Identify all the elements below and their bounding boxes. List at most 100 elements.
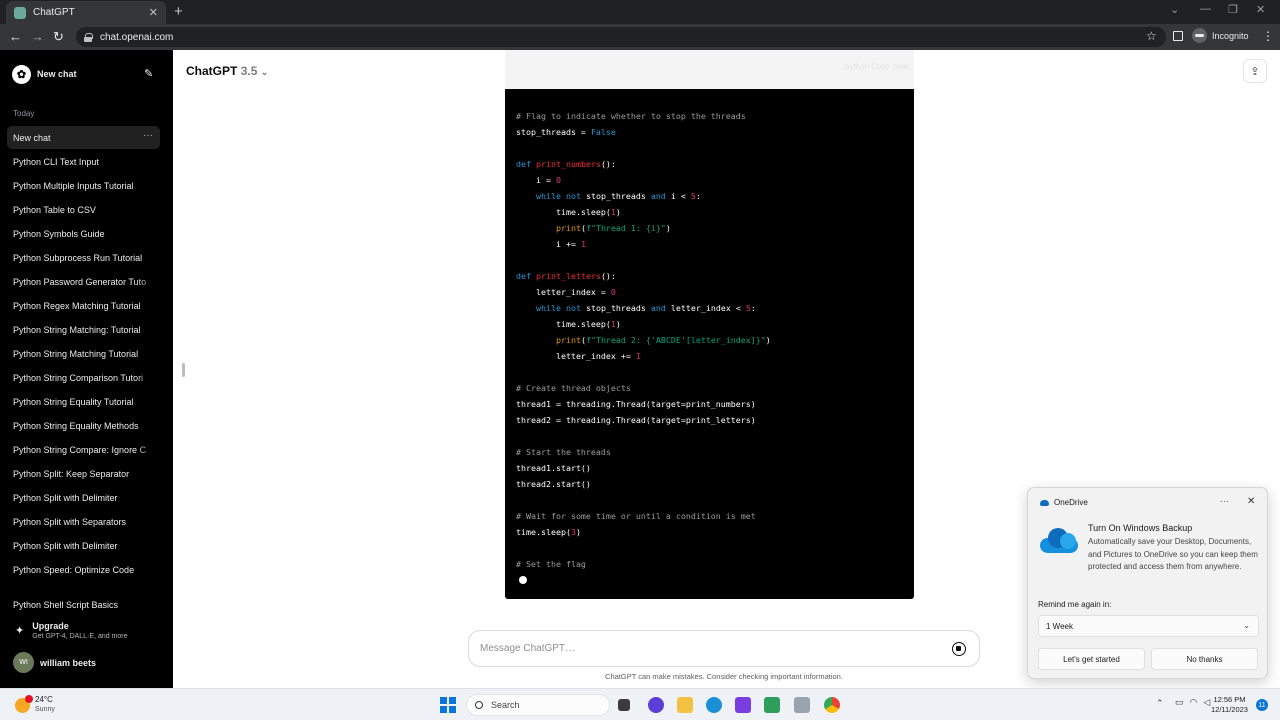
chrome-icon[interactable]	[824, 697, 840, 713]
history-item[interactable]: Python String Equality Methods	[7, 414, 160, 437]
history-item[interactable]: Python String Matching Tutorial	[7, 342, 160, 365]
edit-icon[interactable]: ✎	[144, 67, 153, 80]
browser-menu-icon[interactable]: ⋮	[1262, 29, 1274, 43]
history-item-label: Python String Comparison Tutori	[13, 372, 144, 383]
clock-date: 12/11/2023	[1211, 705, 1248, 714]
history-item[interactable]: Python Split with Delimiter	[7, 486, 160, 509]
lock-icon	[84, 32, 93, 42]
history-item[interactable]: Python Split with Delimiter	[7, 534, 160, 557]
windows-start-icon[interactable]	[440, 697, 456, 713]
history-item[interactable]: Python Regex Matching Tutorial	[7, 294, 160, 317]
toast-app-name: OneDrive	[1054, 498, 1088, 507]
history-item[interactable]: Python String Matching: Tutorial	[7, 318, 160, 341]
forward-icon[interactable]: →	[31, 29, 44, 45]
history-item[interactable]: Python Shell Script Basics	[7, 593, 160, 616]
history-item[interactable]: New chat ···	[7, 126, 160, 149]
stop-generating-icon[interactable]	[952, 642, 966, 656]
close-tab-icon[interactable]: ✕	[149, 6, 158, 19]
file-explorer-icon[interactable]	[677, 697, 693, 713]
history-item-label: Python String Equality Methods	[13, 420, 139, 431]
code-header-text: python Copy code	[845, 62, 910, 71]
sidebar-toggle-handle[interactable]	[182, 363, 185, 377]
new-tab-icon[interactable]: +	[174, 3, 183, 20]
history-item[interactable]: Python Multiple Inputs Tutorial	[7, 174, 160, 197]
lets-get-started-button[interactable]: Let's get started	[1038, 648, 1145, 670]
minimize-icon[interactable]: —	[1200, 3, 1211, 15]
chevron-up-icon[interactable]: ⌃	[1156, 698, 1164, 709]
code-line: time.sleep(1)	[516, 207, 621, 217]
code-line: # Start the threads	[516, 447, 611, 457]
history-item[interactable]: Python String Compare: Ignore C	[7, 438, 160, 461]
camera-icon[interactable]: ▭	[1175, 697, 1184, 708]
history-item-label: Python String Matching: Tutorial	[13, 324, 141, 335]
history-item[interactable]: Python Table to CSV	[7, 198, 160, 221]
history-item[interactable]: Python Split: Keep Separator	[7, 462, 160, 485]
section-today: Today	[13, 109, 35, 118]
history-item-label: New chat	[13, 132, 51, 143]
more-options-icon[interactable]: ···	[143, 130, 153, 141]
chevron-down-icon[interactable]: ⌄	[1170, 3, 1179, 16]
history-item-label: Python Split with Delimiter	[13, 540, 118, 551]
restore-icon[interactable]: ❐	[1228, 3, 1238, 16]
weather-widget[interactable]: 24°C Sunny	[15, 694, 55, 715]
url-text: chat.openai.com	[100, 31, 174, 43]
volume-icon[interactable]: ◁	[1203, 697, 1210, 708]
history-item-label: Python Subprocess Run Tutorial	[13, 252, 143, 263]
remind-value: 1 Week	[1046, 621, 1073, 631]
bookmark-star-icon[interactable]: ☆	[1146, 29, 1157, 43]
history-item[interactable]: Python String Equality Tutorial	[7, 390, 160, 413]
incognito-profile[interactable]: Incognito	[1192, 28, 1249, 43]
taskbar-search[interactable]: Search	[466, 694, 610, 716]
notification-badge[interactable]: 11	[1256, 699, 1268, 711]
history-item-label: Python Password Generator Tuto	[13, 276, 147, 287]
model-version: 3.5	[240, 64, 258, 78]
tab-title: ChatGPT	[33, 7, 75, 18]
taskbar-clock[interactable]: 12:56 PM 12/11/2023	[1211, 695, 1248, 715]
upgrade-button[interactable]: ✦ Upgrade Get GPT-4, DALL·E, and more	[15, 620, 128, 642]
side-panel-icon[interactable]	[1173, 31, 1183, 41]
browser-tab[interactable]: ChatGPT ✕	[6, 1, 166, 24]
message-placeholder: Message ChatGPT…	[480, 643, 576, 654]
history-item-label: Python Split: Keep Separator	[13, 468, 130, 479]
history-item-label: Python Symbols Guide	[13, 228, 105, 239]
code-line: i += 1	[516, 239, 586, 249]
history-item-label: Python String Matching Tutorial	[13, 348, 139, 359]
history-item[interactable]: Python String Comparison Tutori	[7, 366, 160, 389]
sun-icon	[15, 694, 33, 713]
more-options-icon[interactable]: ···	[1220, 496, 1229, 506]
back-icon[interactable]: ←	[9, 29, 22, 45]
code-line: letter_index += 1	[516, 351, 641, 361]
history-item-label: Python Shell Script Basics	[13, 599, 119, 610]
upgrade-subtitle: Get GPT-4, DALL·E, and more	[32, 633, 128, 640]
app-icon[interactable]	[794, 697, 810, 713]
no-thanks-button[interactable]: No thanks	[1151, 648, 1258, 670]
avatar: WI	[13, 652, 34, 673]
app-icon[interactable]	[735, 697, 751, 713]
share-button[interactable]: ⇪	[1243, 59, 1267, 83]
history-item-label: Python Split with Delimiter	[13, 492, 118, 503]
app-icon[interactable]	[764, 697, 780, 713]
task-view-icon[interactable]	[618, 699, 630, 711]
history-item[interactable]: Python Speed: Optimize Code	[7, 558, 160, 581]
history-item[interactable]: Python Split with Separators	[7, 510, 160, 533]
reload-icon[interactable]: ↻	[53, 29, 64, 45]
history-item[interactable]: Python Subprocess Run Tutorial	[7, 246, 160, 269]
remind-select[interactable]: 1 Week ⌄	[1038, 615, 1259, 637]
taskbar-search-label: Search	[491, 700, 520, 710]
openai-logo-icon: ✿	[12, 64, 31, 84]
chat-app-icon[interactable]	[648, 697, 664, 713]
history-item[interactable]: Python CLI Text Input	[7, 150, 160, 173]
address-bar[interactable]: chat.openai.com	[76, 27, 1166, 47]
close-icon[interactable]: ✕	[1247, 496, 1255, 507]
model-selector[interactable]: ChatGPT 3.5 ⌄	[186, 64, 268, 78]
user-menu[interactable]: WI william beets	[13, 652, 96, 673]
wifi-icon[interactable]: ◠	[1190, 697, 1198, 708]
user-name: william beets	[40, 657, 97, 668]
message-input[interactable]: Message ChatGPT…	[468, 630, 980, 667]
edge-icon[interactable]	[706, 697, 722, 713]
history-item[interactable]: Python Password Generator Tuto	[7, 270, 160, 293]
search-icon	[475, 701, 483, 709]
new-chat-button[interactable]: ✿ New chat	[12, 64, 162, 84]
history-item[interactable]: Python Symbols Guide	[7, 222, 160, 245]
close-window-icon[interactable]: ✕	[1256, 3, 1265, 16]
